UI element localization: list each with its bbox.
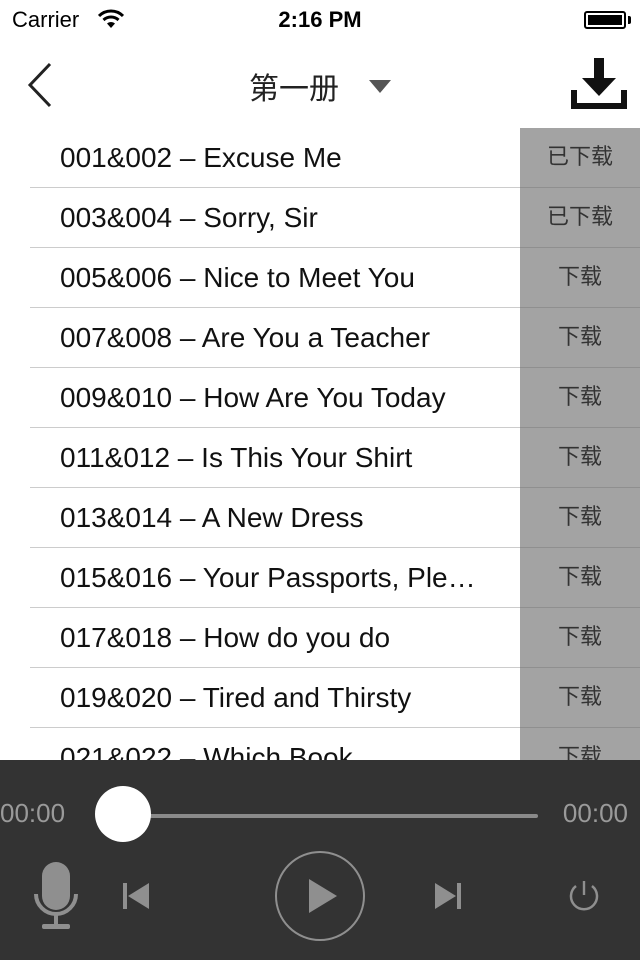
next-button[interactable]: [434, 882, 462, 915]
progress-slider-thumb[interactable]: [95, 786, 151, 842]
lesson-title: 009&010 – How Are You Today: [60, 382, 446, 413]
navigation-bar: 第一册: [0, 40, 640, 128]
download-button[interactable]: 下载: [520, 368, 640, 428]
lesson-title: 007&008 – Are You a Teacher: [60, 322, 431, 353]
download-button[interactable]: 下载: [520, 308, 640, 368]
list-item[interactable]: 013&014 – A New Dress 下载: [0, 488, 640, 548]
download-button[interactable]: 已下载: [520, 128, 640, 188]
lesson-title: 011&012 – Is This Your Shirt: [60, 442, 413, 473]
clock: 2:16 PM: [278, 7, 362, 32]
download-button[interactable]: 下载: [520, 548, 640, 608]
dropdown-triangle-icon: [369, 79, 391, 93]
lesson-title: 019&020 – Tired and Thirsty: [60, 682, 412, 713]
list-item[interactable]: 001&002 – Excuse Me 已下载: [0, 128, 640, 188]
list-item[interactable]: 007&008 – Are You a Teacher 下载: [0, 308, 640, 368]
lesson-title: 005&006 – Nice to Meet You: [60, 262, 415, 293]
download-button[interactable]: 下载: [520, 248, 640, 308]
download-button[interactable]: 下载: [520, 488, 640, 548]
current-time: 00:00: [0, 798, 66, 828]
download-button[interactable]: 下载: [520, 668, 640, 728]
download-icon: [571, 58, 627, 109]
page-title: 第一册: [249, 72, 339, 107]
lesson-title: 021&022 – Which Book: [60, 742, 353, 760]
total-time: 00:00: [562, 798, 628, 828]
lesson-title: 017&018 – How do you do: [60, 622, 391, 653]
download-button[interactable]: 已下载: [520, 188, 640, 248]
microphone-icon: [34, 862, 78, 929]
list-item[interactable]: 015&016 – Your Passports, Ple… 下载: [0, 548, 640, 608]
lesson-title: 015&016 – Your Passports, Ple…: [60, 562, 476, 593]
battery-icon: [584, 11, 631, 29]
lesson-list[interactable]: 001&002 – Excuse Me 已下载 003&004 – Sorry, S…: [0, 128, 640, 760]
previous-button[interactable]: [122, 882, 150, 915]
list-item[interactable]: 003&004 – Sorry, Sir 已下载: [0, 188, 640, 248]
list-item[interactable]: 009&010 – How Are You Today 下载: [0, 368, 640, 428]
list-item[interactable]: 019&020 – Tired and Thirsty 下载: [0, 668, 640, 728]
lesson-title: 001&002 – Excuse Me: [60, 142, 342, 173]
audio-player: 00:00 00:00: [0, 760, 640, 960]
list-item[interactable]: 005&006 – Nice to Meet You 下载: [0, 248, 640, 308]
timer-power-button[interactable]: [566, 878, 602, 919]
download-button[interactable]: 下载: [520, 728, 640, 760]
skip-next-icon: [435, 883, 461, 909]
play-button[interactable]: [274, 850, 366, 947]
list-item[interactable]: 021&022 – Which Book 下载: [0, 728, 640, 760]
play-icon: [275, 851, 365, 941]
book-selector[interactable]: 第一册: [0, 64, 640, 108]
list-item[interactable]: 011&012 – Is This Your Shirt 下载: [0, 428, 640, 488]
download-all-button[interactable]: [570, 56, 628, 112]
lesson-title: 003&004 – Sorry, Sir: [60, 202, 318, 233]
download-button[interactable]: 下载: [520, 608, 640, 668]
skip-previous-icon: [123, 883, 149, 909]
power-icon: [569, 881, 599, 911]
download-button[interactable]: 下载: [520, 428, 640, 488]
progress-track[interactable]: [124, 814, 538, 818]
status-bar: Carrier 2:16 PM: [0, 0, 640, 40]
lesson-title: 013&014 – A New Dress: [60, 502, 364, 533]
list-item[interactable]: 017&018 – How do you do 下载: [0, 608, 640, 668]
record-button[interactable]: [32, 860, 80, 937]
